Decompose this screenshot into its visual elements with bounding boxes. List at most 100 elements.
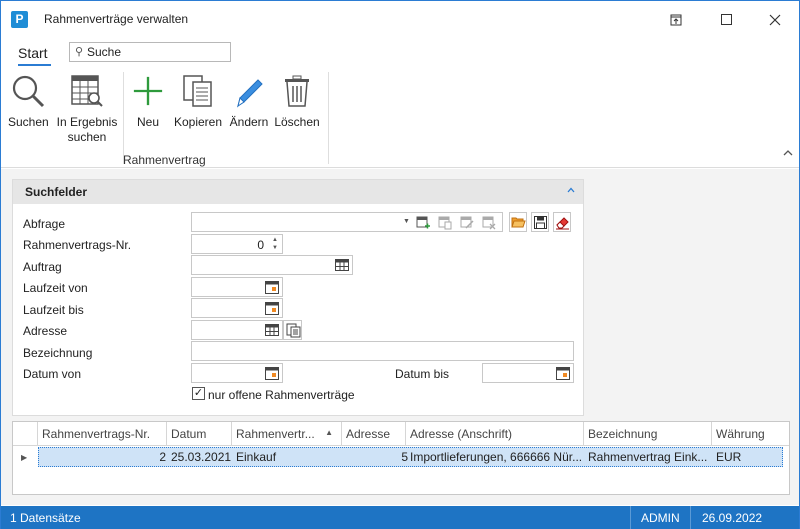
results-grid: Rahmenvertrags-Nr. Datum Rahmenvertr... … (12, 421, 790, 495)
aendern-button[interactable]: Ändern (228, 72, 270, 129)
kopieren-button[interactable]: Kopieren (172, 72, 224, 129)
in-ergebnis-label-2: suchen (67, 130, 107, 144)
loeschen-button[interactable]: Löschen (274, 72, 320, 129)
ribbon-search-box[interactable]: ⚲ (69, 42, 231, 62)
laufzeit-von-field[interactable] (191, 277, 283, 297)
column-header[interactable]: Bezeichnung (584, 422, 712, 446)
in-ergebnis-suchen-button[interactable]: In Ergebnis suchen (54, 72, 120, 144)
abfrage-label: Abfrage (23, 217, 66, 231)
status-date: 26.09.2022 (702, 511, 763, 525)
maximize-icon[interactable] (701, 1, 751, 38)
main-window: P Rahmenverträge verwalten Start ⚲ Suche… (0, 0, 800, 529)
eraser-icon[interactable] (553, 212, 571, 232)
neu-button[interactable]: Neu (132, 72, 164, 129)
window-title: Rahmenverträge verwalten (44, 12, 189, 26)
cell-datum: 25.03.2021 (171, 450, 232, 464)
nur-offene-label: nur offene Rahmenverträge (208, 388, 355, 402)
search-panel: Suchfelder Abfrage ▼ Rahmenvertrags-Nr. … (12, 179, 584, 416)
ribbon-tab-bar: Start ⚲ (1, 38, 799, 68)
close-icon[interactable] (750, 1, 800, 38)
rahmenvertrags-nr-stepper[interactable]: 0 ▲ ▼ (191, 234, 283, 254)
cell-anschrift: Importlieferungen, 666666 Nür... (410, 450, 583, 464)
laufzeit-bis-label: Laufzeit bis (23, 303, 84, 317)
table-picker-icon[interactable] (265, 324, 279, 336)
neu-label: Neu (136, 115, 159, 129)
cell-waehrung: EUR (716, 450, 742, 464)
status-user: ADMIN (641, 511, 680, 525)
rahmenvertrags-nr-value: 0 (257, 238, 264, 252)
calendar-icon[interactable] (265, 280, 279, 294)
chevron-up-icon[interactable] (783, 148, 793, 159)
copy-query-icon[interactable] (438, 216, 452, 230)
calendar-icon[interactable] (556, 366, 570, 380)
abfrage-select[interactable]: ▼ (191, 212, 503, 232)
column-header[interactable]: Rahmenvertr... ▲ (232, 422, 342, 446)
aendern-label: Ändern (229, 115, 269, 129)
pencil-icon (228, 72, 270, 110)
adresse-field[interactable] (191, 320, 283, 340)
dropdown-arrow-icon[interactable]: ▼ (403, 218, 410, 225)
ribbon-group-label: Rahmenvertrag (123, 153, 206, 167)
calendar-icon[interactable] (265, 366, 279, 380)
cell-adresse: 5 (401, 450, 408, 464)
datum-von-label: Datum von (23, 367, 82, 381)
add-query-icon[interactable] (416, 216, 430, 230)
column-header[interactable]: Adresse (342, 422, 406, 446)
bezeichnung-label: Bezeichnung (23, 346, 93, 360)
cell-nr: 2 (159, 450, 166, 464)
search-panel-header[interactable]: Suchfelder (13, 180, 583, 204)
table-row[interactable]: 2 25.03.2021 Einkauf 5 Importlieferungen… (38, 447, 783, 467)
auftrag-label: Auftrag (23, 260, 62, 274)
address-details-icon[interactable] (283, 320, 302, 340)
open-folder-icon[interactable] (509, 212, 527, 232)
column-header[interactable]: Adresse (Anschrift) (406, 422, 584, 446)
record-count: 1 Datensätze (10, 511, 81, 525)
status-separator (690, 506, 691, 529)
tab-start[interactable]: Start (18, 45, 48, 61)
bezeichnung-field[interactable] (191, 341, 574, 361)
column-header-label: Rahmenvertr... (236, 427, 315, 441)
ribbon-separator (123, 72, 124, 164)
datum-von-field[interactable] (191, 363, 283, 383)
ribbon-separator (328, 72, 329, 164)
auftrag-field[interactable] (191, 255, 353, 275)
spin-arrows-icon[interactable]: ▲ ▼ (272, 236, 278, 252)
status-separator (630, 506, 631, 529)
active-tab-indicator (18, 64, 51, 66)
table-picker-icon[interactable] (335, 259, 349, 271)
app-logo-icon: P (11, 11, 28, 28)
grid-corner-cell (13, 422, 38, 446)
restore-icon[interactable] (651, 1, 701, 38)
calendar-icon[interactable] (265, 301, 279, 315)
column-header[interactable]: Datum (167, 422, 232, 446)
datum-bis-field[interactable] (482, 363, 574, 383)
panel-title: Suchfelder (25, 185, 88, 199)
loeschen-label: Löschen (274, 115, 320, 129)
search-icon: ⚲ (75, 46, 84, 58)
magnifier-icon (8, 72, 48, 110)
title-bar: P Rahmenverträge verwalten (1, 1, 799, 38)
copy-documents-icon (172, 72, 224, 110)
ribbon-search-input[interactable] (87, 45, 227, 59)
suchen-button[interactable]: Suchen (8, 72, 49, 129)
rahmenvertrags-nr-label: Rahmenvertrags-Nr. (23, 238, 132, 252)
laufzeit-bis-field[interactable] (191, 298, 283, 318)
current-row-indicator-icon: ▶ (21, 453, 28, 462)
status-bar: 1 Datensätze ADMIN 26.09.2022 (1, 506, 799, 529)
column-header[interactable]: Rahmenvertrags-Nr. (38, 422, 167, 446)
edit-query-icon[interactable] (460, 216, 474, 230)
save-disk-icon[interactable] (531, 212, 549, 232)
adresse-label: Adresse (23, 324, 68, 338)
cell-rahmenvertragsart: Einkauf (236, 450, 277, 464)
suchen-label: Suchen (8, 115, 49, 129)
laufzeit-von-label: Laufzeit von (23, 281, 88, 295)
chevron-up-icon[interactable] (567, 184, 575, 196)
cell-bezeichnung: Rahmenvertrag Eink... (588, 450, 708, 464)
nur-offene-checkbox[interactable]: ✓ (192, 387, 205, 400)
column-header[interactable]: Währung (712, 422, 789, 446)
kopieren-label: Kopieren (173, 115, 223, 129)
datum-bis-label: Datum bis (395, 367, 450, 381)
table-search-icon (54, 72, 120, 110)
in-ergebnis-label-1: In Ergebnis (56, 115, 118, 129)
delete-query-icon[interactable] (482, 216, 496, 230)
